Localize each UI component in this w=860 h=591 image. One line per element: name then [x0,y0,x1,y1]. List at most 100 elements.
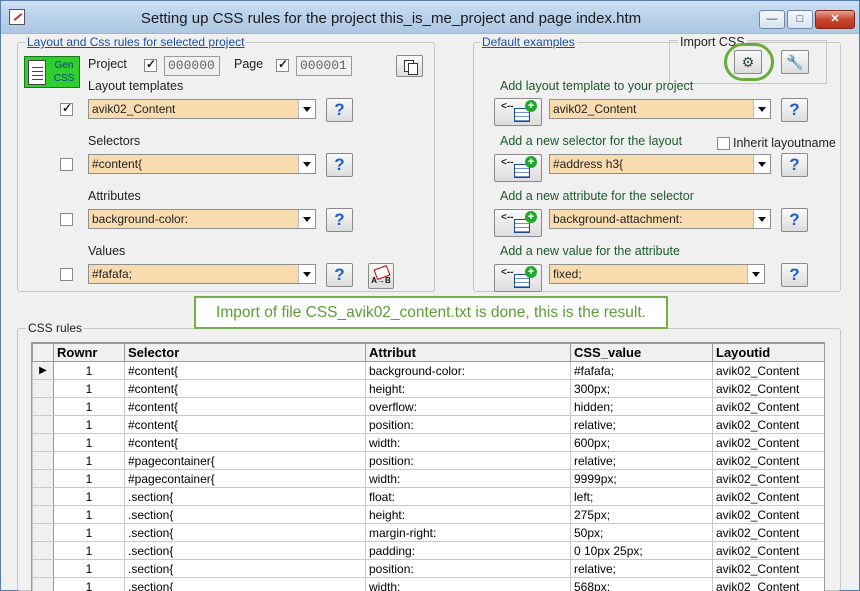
cell-selector[interactable]: #content{ [124,397,366,416]
default-attribute-select[interactable]: background-attachment: [549,209,771,229]
cell-css-value[interactable]: 600px; [570,433,713,452]
table-row[interactable]: 1 #content{overflow: hidden; avik02_Content [32,397,824,416]
selectors-checkbox[interactable] [60,158,73,171]
cell-css-value[interactable]: 300px; [570,379,713,398]
cell-layoutid[interactable]: avik02_Content [712,505,824,524]
cell-layoutid[interactable]: avik02_Content [712,523,824,542]
cell-css-value[interactable]: 50px; [570,523,713,542]
cell-css-value[interactable]: #fafafa; [570,361,713,380]
cell-selector[interactable]: #content{ [124,433,366,452]
chevron-down-icon[interactable] [753,210,770,228]
cell-layoutid[interactable]: avik02_Content [712,469,824,488]
row-selector[interactable] [32,397,54,416]
cell-layoutid[interactable]: avik02_Content [712,487,824,506]
cell-selector[interactable]: #content{ [124,379,366,398]
table-row[interactable]: 1 .section{width: 568px; avik02_Content [32,577,824,591]
cell-attribut[interactable]: position: [365,451,571,470]
cell-selector[interactable]: .section{ [124,577,366,591]
attribute-select[interactable]: background-color: [88,209,316,229]
table-row[interactable]: 1 #content{height: 300px; avik02_Content [32,379,824,398]
values-checkbox[interactable] [60,268,73,281]
column-header-attribut[interactable]: Attribut [365,343,571,362]
cell-selector[interactable]: .section{ [124,559,366,578]
minimize-button[interactable]: — [759,10,785,29]
maximize-button[interactable]: □ [787,10,813,29]
cell-attribut[interactable]: overflow: [365,397,571,416]
row-selector[interactable] [32,523,54,542]
current-row-indicator[interactable]: ▶ [32,361,54,380]
layout-template-select[interactable]: avik02_Content [88,99,316,119]
cell-layoutid[interactable]: avik02_Content [712,379,824,398]
cell-rownr[interactable]: 1 [53,577,125,591]
default-selector-help-button[interactable]: ? [781,153,808,177]
gen-css-button[interactable]: Gen CSS [24,56,80,88]
default-attribute-help-button[interactable]: ? [781,208,808,232]
cell-css-value[interactable]: left; [570,487,713,506]
cell-css-value[interactable]: relative; [570,451,713,470]
row-selector[interactable] [32,559,54,578]
add-template-button[interactable]: <-- + [494,98,542,126]
cell-selector[interactable]: #pagecontainer{ [124,451,366,470]
table-row[interactable]: 1 .section{position: relative; avik02_Conte… [32,559,824,578]
column-header-layoutid[interactable]: Layoutid [712,343,824,362]
chevron-down-icon[interactable] [298,210,315,228]
chevron-down-icon[interactable] [753,155,770,173]
cell-layoutid[interactable]: avik02_Content [712,559,824,578]
row-selector[interactable] [32,451,54,470]
cell-rownr[interactable]: 1 [53,433,125,452]
row-selector[interactable] [32,505,54,524]
cell-selector[interactable]: #content{ [124,361,366,380]
cell-selector[interactable]: #content{ [124,415,366,434]
project-number-field[interactable]: 000000 [164,56,220,76]
row-selector[interactable] [32,541,54,560]
default-value-select[interactable]: fixed; [549,264,765,284]
row-selector[interactable] [32,433,54,452]
table-row[interactable]: 1 .section{height: 275px; avik02_Content [32,505,824,524]
cell-selector[interactable]: .section{ [124,487,366,506]
close-button[interactable]: ✕ [815,10,855,29]
page-checkbox[interactable] [276,57,289,72]
cell-attribut[interactable]: height: [365,379,571,398]
row-selector[interactable] [32,577,54,591]
column-header-selector[interactable]: Selector [124,343,366,362]
layout-templates-checkbox[interactable] [60,101,73,116]
attributes-checkbox[interactable] [60,213,73,226]
table-row[interactable]: ▶ 1 #content{background-color: #fafafa; avik… [32,361,824,380]
cell-attribut[interactable]: width: [365,433,571,452]
page-number-field[interactable]: 000001 [296,56,352,76]
cell-rownr[interactable]: 1 [53,523,125,542]
cell-layoutid[interactable]: avik02_Content [712,415,824,434]
project-checkbox[interactable] [144,57,157,72]
cell-rownr[interactable]: 1 [53,415,125,434]
cell-css-value[interactable]: 0 10px 25px; [570,541,713,560]
a-to-b-button[interactable]: A→B [368,263,394,289]
table-row[interactable]: 1 #pagecontainer{position: relative; avik02… [32,451,824,470]
selector-select[interactable]: #content{ [88,154,316,174]
default-selector-select[interactable]: #address h3{ [549,154,771,174]
cell-css-value[interactable]: 568px; [570,577,713,591]
default-template-select[interactable]: avik02_Content [549,99,771,119]
add-value-button[interactable]: <-- + [494,264,542,292]
cell-layoutid[interactable]: avik02_Content [712,577,824,591]
row-selector[interactable] [32,487,54,506]
cell-selector[interactable]: .section{ [124,505,366,524]
table-row[interactable]: 1 #pagecontainer{width: 9999px; avik02_Cont… [32,469,824,488]
cell-attribut[interactable]: position: [365,559,571,578]
cell-css-value[interactable]: relative; [570,559,713,578]
row-selector[interactable] [32,415,54,434]
table-row[interactable]: 1 .section{padding: 0 10px 25px; avik02_Con… [32,541,824,560]
cell-css-value[interactable]: relative; [570,415,713,434]
chevron-down-icon[interactable] [298,155,315,173]
cell-rownr[interactable]: 1 [53,379,125,398]
add-selector-button[interactable]: <-- + [494,154,542,182]
add-attribute-button[interactable]: <-- + [494,209,542,237]
cell-rownr[interactable]: 1 [53,559,125,578]
selector-help-button[interactable]: ? [326,153,353,177]
cell-css-value[interactable]: 275px; [570,505,713,524]
cell-rownr[interactable]: 1 [53,505,125,524]
column-header-css-value[interactable]: CSS_value [570,343,713,362]
cell-attribut[interactable]: background-color: [365,361,571,380]
value-select[interactable]: #fafafa; [88,264,316,284]
cell-layoutid[interactable]: avik02_Content [712,433,824,452]
table-row[interactable]: 1 #content{position: relative; avik02_Conte… [32,415,824,434]
